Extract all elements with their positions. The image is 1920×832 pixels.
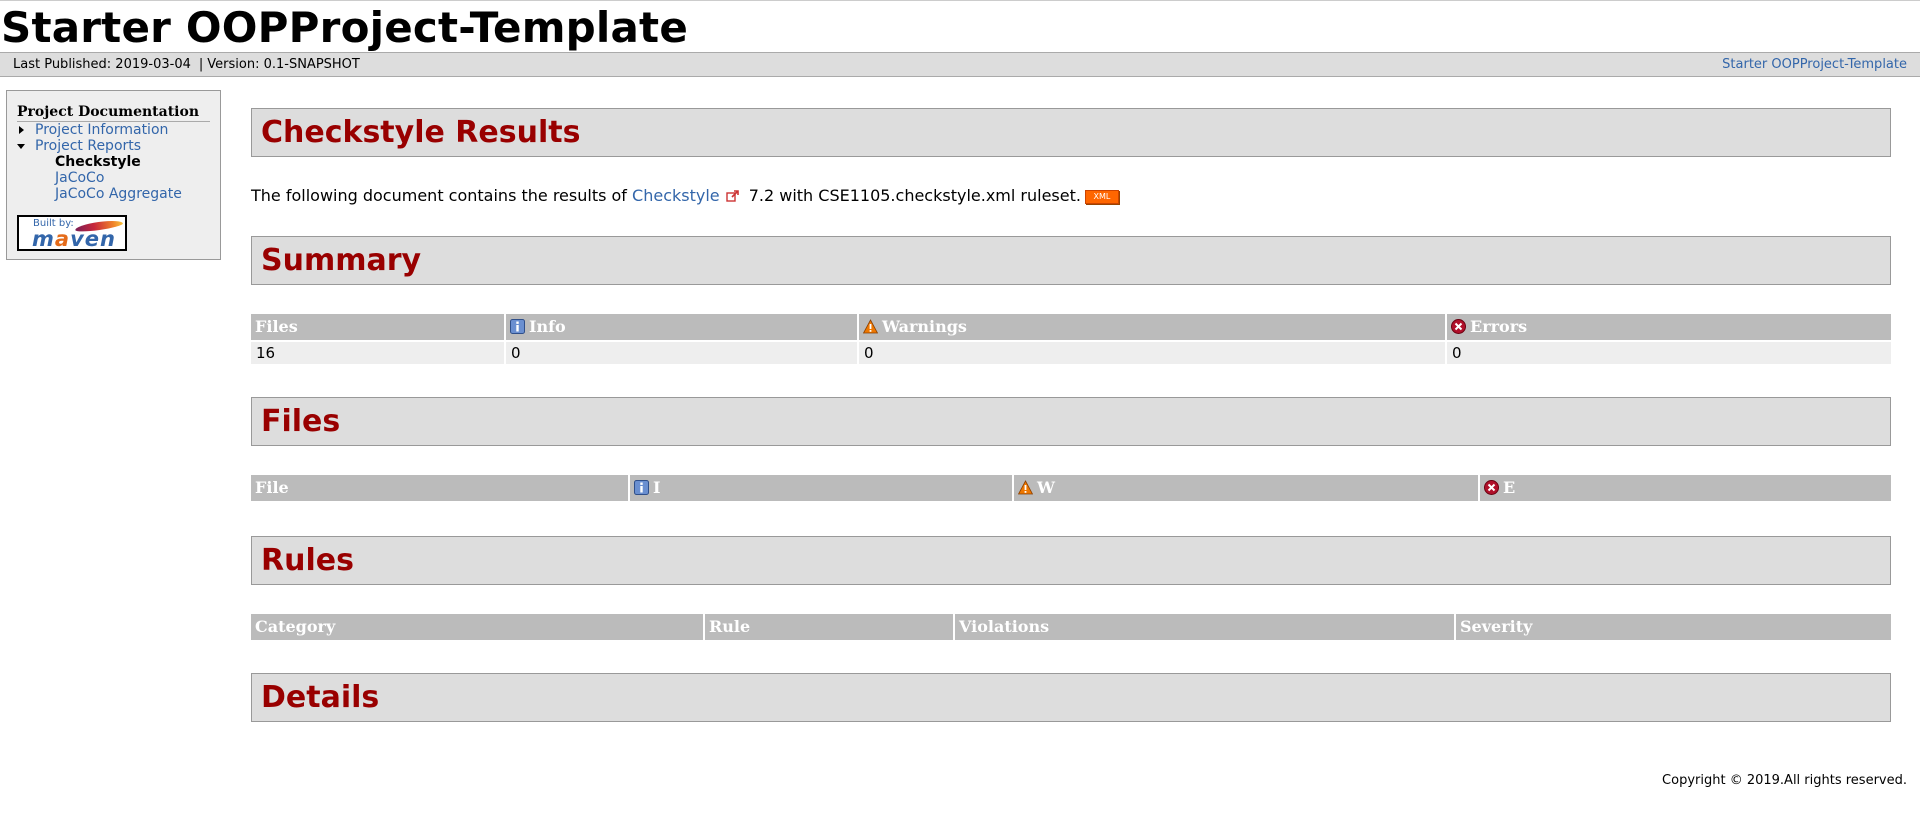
footer-copyright: Copyright © 2019.All rights reserved.: [1662, 773, 1907, 788]
sidebar: Project Documentation Project Informatio…: [6, 90, 221, 260]
sub-nav-list: Checkstyle JaCoCo JaCoCo Aggregate: [35, 154, 210, 202]
maven-wordmark: maven: [32, 227, 116, 251]
errors-count: 0: [1447, 342, 1891, 364]
warnings-count: 0: [859, 342, 1445, 364]
table-row: 16 0 0 0: [251, 342, 1891, 364]
summary-table: Files Info Warnings Errors 16 0 0 0: [249, 312, 1893, 366]
info-count: 0: [506, 342, 857, 364]
section-rules: Rules: [251, 536, 1891, 585]
column-header-w: W: [1014, 475, 1478, 501]
nav-list: Project Information Project Reports Chec…: [17, 122, 210, 202]
column-header-files: Files: [251, 314, 504, 340]
error-icon: [1484, 480, 1499, 495]
section-title: Summary: [261, 243, 422, 278]
intro-prefix: The following document contains the resu…: [251, 186, 633, 205]
table-header-row: Files Info Warnings Errors: [251, 314, 1891, 340]
sidebar-item-jacoco-aggregate[interactable]: JaCoCo Aggregate: [55, 186, 182, 202]
nav-column: Project Documentation Project Informatio…: [7, 91, 220, 251]
error-icon: [1451, 319, 1466, 334]
project-home-link[interactable]: Starter OOPProject-Template: [1722, 57, 1907, 72]
section-checkstyle-results: Checkstyle Results: [251, 108, 1891, 157]
column-header-file: File: [251, 475, 628, 501]
section-files: Files: [251, 397, 1891, 446]
sidebar-item-label[interactable]: Project Information: [35, 122, 168, 138]
section-title: Details: [261, 680, 380, 715]
sidebar-item-jacoco[interactable]: JaCoCo: [55, 170, 104, 186]
rules-table: Category Rule Violations Severity: [249, 612, 1893, 642]
intro-suffix: 7.2 with CSE1105.checkstyle.xml ruleset.: [743, 186, 1081, 205]
version: Version: 0.1-SNAPSHOT: [207, 57, 360, 72]
sidebar-item-project-information[interactable]: Project Information: [17, 122, 210, 138]
sidebar-item-project-reports[interactable]: Project Reports Checkstyle JaCoCo JaCoCo…: [17, 138, 210, 202]
files-table: File I W E: [249, 473, 1893, 503]
page-title: Checkstyle Results: [261, 115, 581, 150]
column-header-errors: Errors: [1447, 314, 1891, 340]
expanded-arrow-icon[interactable]: [17, 144, 25, 149]
column-header-warnings: Warnings: [859, 314, 1445, 340]
section-details: Details: [251, 673, 1891, 722]
table-header-row: Category Rule Violations Severity: [251, 614, 1891, 640]
column-header-e: E: [1480, 475, 1891, 501]
last-published: Last Published: 2019-03-04: [13, 57, 191, 72]
info-icon: [634, 480, 649, 495]
publish-info: Last Published: 2019-03-04 | Version: 0.1-…: [13, 53, 360, 76]
files-count: 16: [251, 342, 504, 364]
table-header-row: File I W E: [251, 475, 1891, 501]
section-title: Files: [261, 404, 341, 439]
checkstyle-link[interactable]: Checkstyle: [632, 186, 720, 205]
section-title: Rules: [261, 543, 354, 578]
banner: Starter OOPProject-Template: [0, 1, 1920, 52]
column-header-severity: Severity: [1456, 614, 1891, 640]
column-header-i: I: [630, 475, 1012, 501]
sidebar-heading: Project Documentation: [17, 104, 210, 122]
warning-icon: [1018, 480, 1033, 495]
built-by-maven-logo[interactable]: Built by: maven: [17, 215, 127, 251]
project-title: Starter OOPProject-Template: [1, 3, 689, 52]
column-header-info: Info: [506, 314, 857, 340]
column-header-rule: Rule: [705, 614, 953, 640]
content-box: Checkstyle Results The following documen…: [251, 108, 1891, 722]
column-header-category: Category: [251, 614, 703, 640]
warning-icon: [863, 319, 878, 334]
powered-by: Built by: maven: [17, 215, 210, 251]
breadcrumbs-bar: Last Published: 2019-03-04 | Version: 0.1-…: [0, 52, 1920, 77]
intro-paragraph: The following document contains the resu…: [251, 186, 1891, 206]
sidebar-item-label[interactable]: Project Reports: [35, 138, 141, 154]
separator: |: [198, 57, 204, 72]
column-header-violations: Violations: [955, 614, 1454, 640]
sidebar-item-checkstyle: Checkstyle: [55, 154, 141, 170]
section-summary: Summary: [251, 236, 1891, 285]
xml-report-icon[interactable]: XML: [1084, 190, 1119, 204]
info-icon: [510, 319, 525, 334]
external-link-icon: [725, 190, 739, 202]
collapsed-arrow-icon[interactable]: [19, 126, 24, 134]
